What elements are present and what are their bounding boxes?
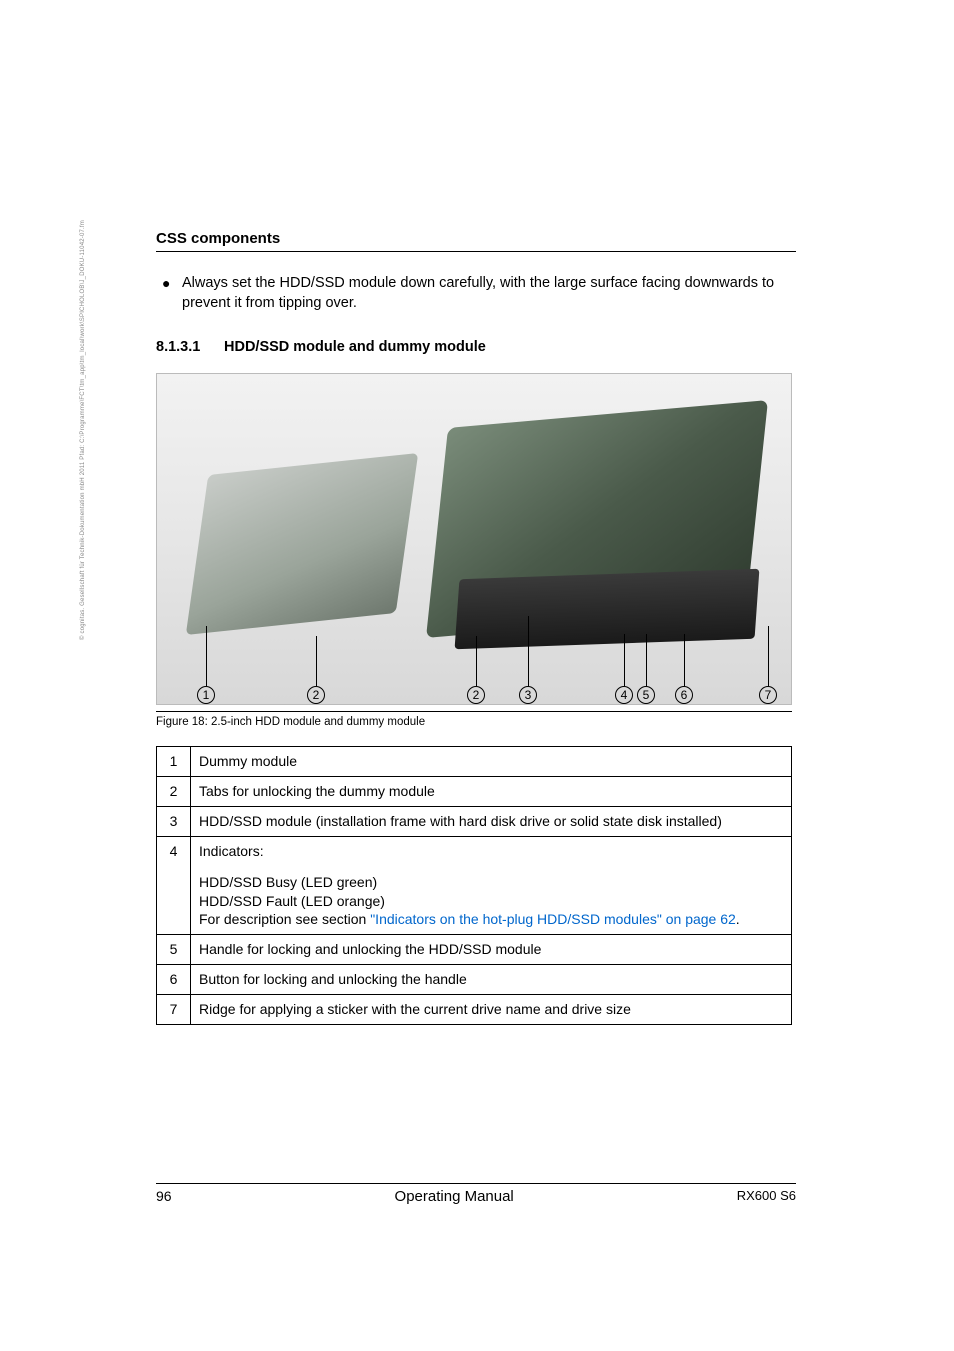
indicator-desc-suffix: . xyxy=(736,911,740,927)
callout-5: 5 xyxy=(637,686,655,704)
row-text: Dummy module xyxy=(191,747,792,777)
row-number: 4 xyxy=(157,836,191,935)
table-row: 3 HDD/SSD module (installation frame wit… xyxy=(157,806,792,836)
running-header: CSS components xyxy=(156,230,796,247)
indicator-line: HDD/SSD Busy (LED green) xyxy=(199,874,377,890)
cross-reference-link[interactable]: "Indicators on the hot-plug HDD/SSD modu… xyxy=(370,911,736,927)
row-number: 3 xyxy=(157,806,191,836)
figure-caption: Figure 18: 2.5-inch HDD module and dummy… xyxy=(156,716,796,728)
indicator-line: HDD/SSD Fault (LED orange) xyxy=(199,893,385,909)
page-footer: 96 Operating Manual RX600 S6 xyxy=(156,1183,796,1205)
leader-line xyxy=(476,636,477,686)
leader-line xyxy=(316,636,317,686)
row-text: HDD/SSD module (installation frame with … xyxy=(191,806,792,836)
table-row: 6 Button for locking and unlocking the h… xyxy=(157,965,792,995)
description-table: 1 Dummy module 2 Tabs for unlocking the … xyxy=(156,746,792,1025)
leader-line xyxy=(684,634,685,686)
callout-2b: 2 xyxy=(467,686,485,704)
bullet-marker: ● xyxy=(162,274,182,313)
figure-rule xyxy=(156,711,792,712)
footer-center: Operating Manual xyxy=(172,1188,737,1205)
indicator-desc-prefix: For description see section xyxy=(199,911,370,927)
callout-3: 3 xyxy=(519,686,537,704)
table-row: 1 Dummy module xyxy=(157,747,792,777)
row-number: 5 xyxy=(157,935,191,965)
bullet-item: ● Always set the HDD/SSD module down car… xyxy=(162,274,796,313)
row-number: 1 xyxy=(157,747,191,777)
row-number: 2 xyxy=(157,777,191,807)
leader-line xyxy=(528,616,529,686)
main-content: CSS components ● Always set the HDD/SSD … xyxy=(156,230,796,1025)
row-text: Button for locking and unlocking the han… xyxy=(191,965,792,995)
callout-7: 7 xyxy=(759,686,777,704)
callout-6: 6 xyxy=(675,686,693,704)
table-row: 5 Handle for locking and unlocking the H… xyxy=(157,935,792,965)
bullet-text: Always set the HDD/SSD module down caref… xyxy=(182,274,796,313)
row-text: Ridge for applying a sticker with the cu… xyxy=(191,995,792,1025)
callout-2a: 2 xyxy=(307,686,325,704)
subsection-title: HDD/SSD module and dummy module xyxy=(224,339,486,355)
side-copyright: © cognitas. Gesellschaft für Technik-Dok… xyxy=(80,220,86,640)
row-text: Indicators: HDD/SSD Busy (LED green) HDD… xyxy=(191,836,792,935)
leader-line xyxy=(646,634,647,686)
dummy-module-shape xyxy=(186,453,418,635)
row-number: 6 xyxy=(157,965,191,995)
table-row: 7 Ridge for applying a sticker with the … xyxy=(157,995,792,1025)
header-rule xyxy=(156,251,796,252)
subsection-number: 8.1.3.1 xyxy=(156,339,224,355)
leader-line xyxy=(624,634,625,686)
indicators-title: Indicators: xyxy=(199,843,264,859)
callout-4: 4 xyxy=(615,686,633,704)
subsection-heading: 8.1.3.1 HDD/SSD module and dummy module xyxy=(156,339,796,355)
page-number: 96 xyxy=(156,1188,172,1205)
row-text: Handle for locking and unlocking the HDD… xyxy=(191,935,792,965)
leader-line xyxy=(206,626,207,686)
row-number: 7 xyxy=(157,995,191,1025)
hdd-front-shape xyxy=(455,569,760,649)
footer-rule xyxy=(156,1183,796,1184)
footer-model: RX600 S6 xyxy=(737,1188,796,1205)
table-row: 4 Indicators: HDD/SSD Busy (LED green) H… xyxy=(157,836,792,935)
leader-line xyxy=(768,626,769,686)
row-text: Tabs for unlocking the dummy module xyxy=(191,777,792,807)
callout-1: 1 xyxy=(197,686,215,704)
table-row: 2 Tabs for unlocking the dummy module xyxy=(157,777,792,807)
figure-image: 1 2 2 3 4 5 6 7 xyxy=(156,373,792,705)
